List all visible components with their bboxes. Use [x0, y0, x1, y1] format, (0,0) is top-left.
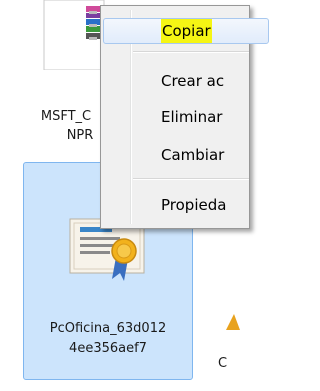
file-name-line1: MSFT_C	[40, 109, 92, 124]
file-name-line1: PcOficina_63d012	[49, 321, 167, 336]
menu-item-create-shortcut[interactable]: Crear ac	[103, 68, 269, 94]
menu-item-label: Eliminar	[161, 108, 223, 126]
menu-item-rename[interactable]: Cambiar	[103, 142, 269, 168]
file-item-msft[interactable]: MSFT_C NPR	[24, 0, 108, 156]
file-name-line2: 4ee356aef7	[69, 341, 147, 356]
menu-separator	[133, 178, 249, 180]
file-name-line1: C	[218, 356, 228, 371]
archive-icon	[43, 0, 105, 70]
menu-item-label: Copiar	[161, 19, 212, 43]
menu-item-label: Crear ac	[161, 72, 225, 90]
context-menu: Copiar Crear ac Eliminar Cambiar Propied…	[100, 5, 269, 229]
menu-item-label: Propieda	[161, 196, 227, 214]
menu-item-properties[interactable]: Propieda	[103, 192, 269, 218]
menu-item-copy[interactable]: Copiar	[103, 18, 269, 44]
menu-item-label: Cambiar	[161, 146, 225, 164]
file-item-partial[interactable]: C	[210, 300, 240, 391]
menu-separator	[133, 51, 249, 53]
menu-item-delete[interactable]: Eliminar	[103, 104, 269, 130]
partial-file-icon	[226, 314, 240, 330]
